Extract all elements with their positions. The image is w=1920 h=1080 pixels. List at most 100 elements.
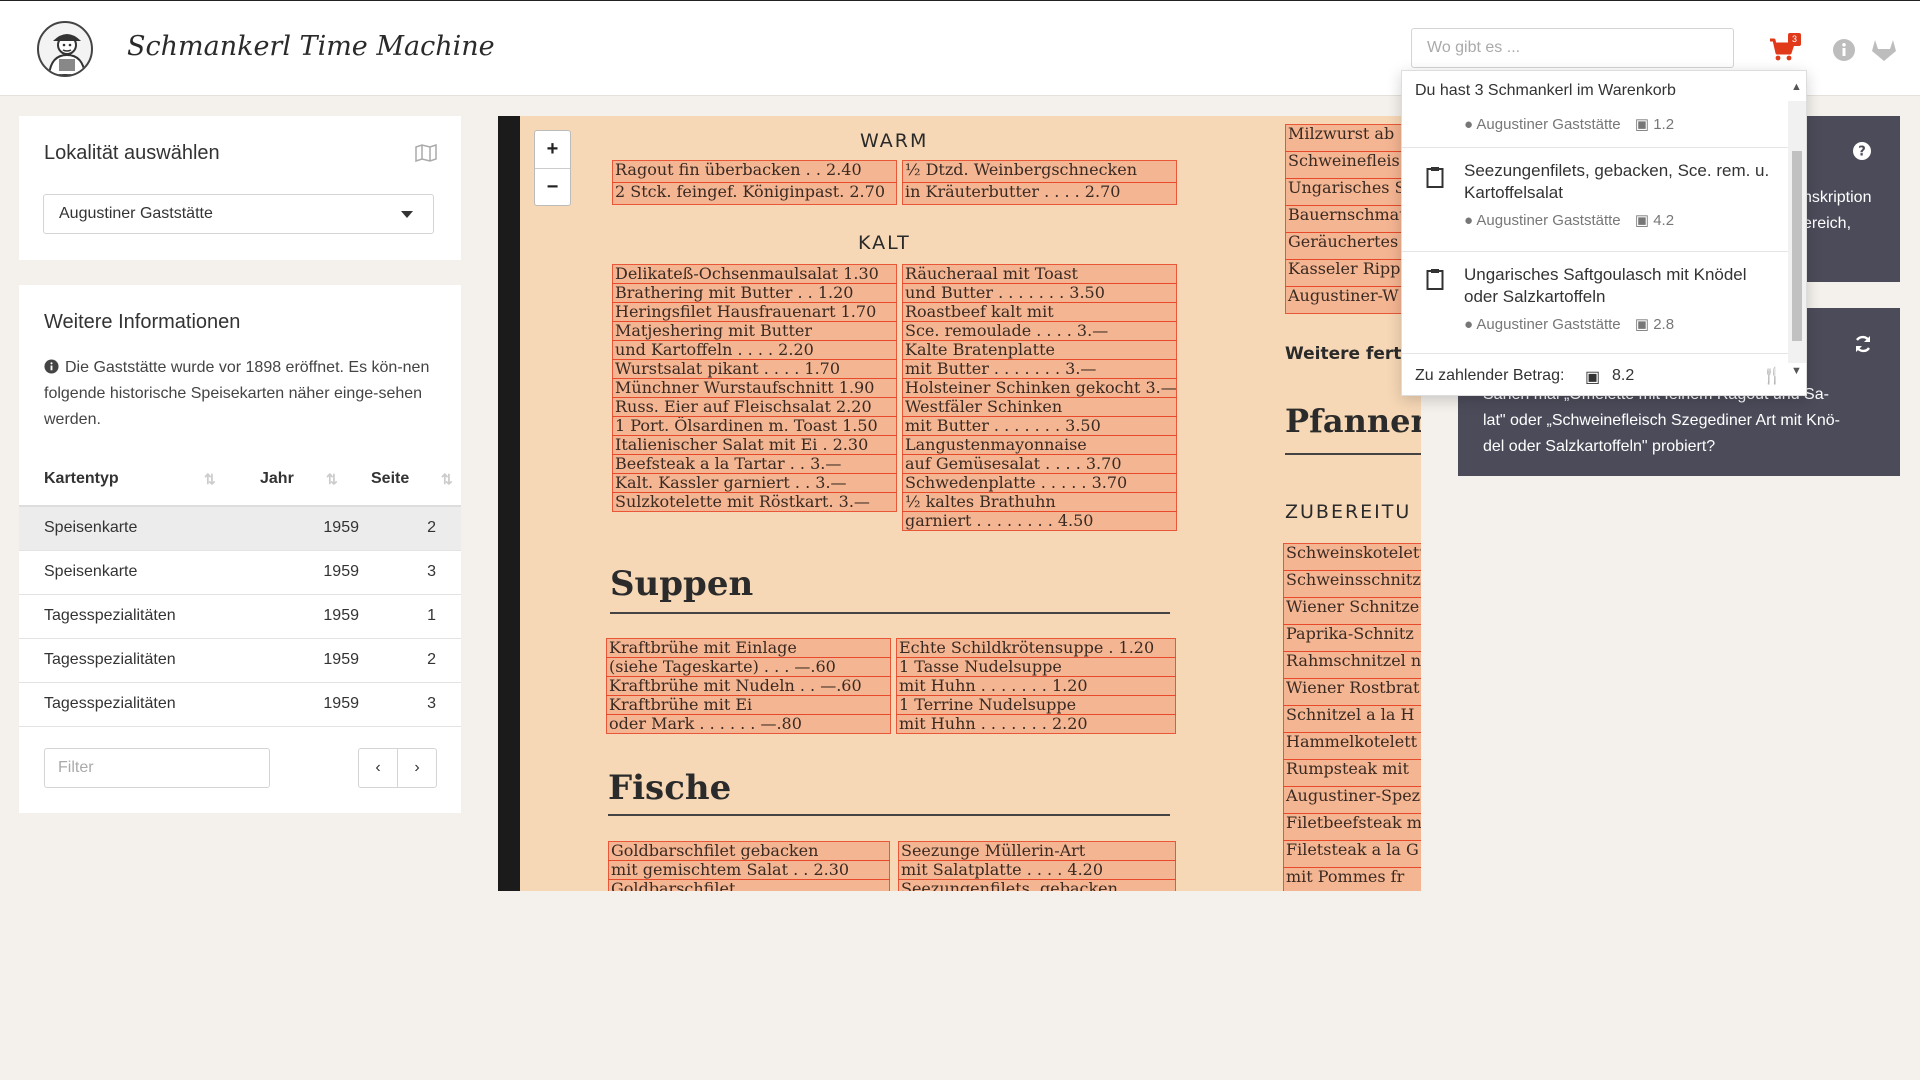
menu-entry[interactable]: ½ kaltes Brathuhn — [902, 492, 1177, 512]
menu-entry[interactable]: Goldbarschfilet — [608, 879, 890, 891]
brand-logo[interactable] — [37, 21, 93, 77]
filter-input[interactable] — [44, 748, 270, 788]
table-row[interactable]: Speisenkarte 1959 3 — [19, 550, 461, 595]
menu-entry[interactable]: 2 Stck. feingef. Königinpast. 2.70 — [612, 182, 897, 205]
menu-entry[interactable]: und Butter . . . . . . . 3.50 — [902, 283, 1177, 303]
menu-entry[interactable]: Sulzkotelette mit Röstkart. 3.— — [612, 492, 897, 512]
menu-entry[interactable]: 1 Port. Ölsardinen m. Toast 1.50 — [612, 416, 897, 436]
menu-entry[interactable]: Räucheraal mit Toast — [902, 264, 1177, 284]
menu-entry[interactable]: Rahmschnitzel n — [1283, 651, 1421, 679]
cart-item[interactable]: ● Augustiner Gaststätte ▣ 1.2 — [1402, 109, 1790, 143]
locality-select[interactable]: Augustiner Gaststätte — [43, 194, 434, 234]
cell-year: 1959 — [254, 506, 359, 551]
menu-entry[interactable]: Seezunge Müllerin-Art — [898, 841, 1176, 861]
menu-entry[interactable]: mit Huhn . . . . . . . 2.20 — [896, 714, 1176, 734]
prev-page-button[interactable]: ‹ — [358, 748, 398, 788]
menu-entry[interactable]: Filetsteak a la G — [1283, 840, 1421, 868]
zoom-in-button[interactable]: + — [535, 131, 570, 168]
menu-entry[interactable]: auf Gemüsesalat . . . . 3.70 — [902, 454, 1177, 474]
divider — [1285, 453, 1421, 455]
menu-entry[interactable]: mit Butter . . . . . . . 3.— — [902, 359, 1177, 379]
menu-entry[interactable]: Paprika-Schnitz — [1283, 624, 1421, 652]
menu-entry[interactable]: Langustenmayonnaise — [902, 435, 1177, 455]
table-row[interactable]: Tagesspezialitäten 1959 2 — [19, 638, 461, 683]
menu-entry[interactable]: Filetbeefsteak m — [1283, 813, 1421, 841]
menu-entry[interactable]: Brathering mit Butter . . 1.20 — [612, 283, 897, 303]
menu-entry[interactable]: Kraftbrühe mit Einlage — [606, 638, 891, 658]
sort-icon[interactable]: ⇅ — [326, 471, 338, 488]
cart-item[interactable]: Ungarisches Saftgoulasch mit Knödel oder… — [1402, 251, 1790, 351]
menu-entry[interactable]: mit gemischtem Salat . . 2.30 — [608, 860, 890, 880]
menu-entry[interactable]: Kalte Bratenplatte — [902, 340, 1177, 360]
zoom-out-button[interactable]: − — [535, 168, 570, 205]
menu-entry[interactable]: Wiener Rostbrat — [1283, 678, 1421, 706]
col-header-seite[interactable]: Seite ⇅ — [359, 453, 461, 507]
menu-cards-table: Kartentyp ⇅ Jahr ⇅ Seite ⇅ Speisenkarte 195… — [19, 453, 461, 727]
menu-entry[interactable]: Augustiner-Spez — [1283, 786, 1421, 814]
menu-entry[interactable]: Rumpsteak mit — [1283, 759, 1421, 787]
menu-entry[interactable]: mit Salatplatte . . . . 4.20 — [898, 860, 1176, 880]
scrollbar-thumb[interactable] — [1792, 151, 1802, 341]
menu-entry[interactable]: 1 Tasse Nudelsuppe — [896, 657, 1176, 677]
menu-entry[interactable]: garniert . . . . . . . . 4.50 — [902, 511, 1177, 531]
map-icon[interactable] — [415, 143, 437, 167]
menu-entry[interactable]: Goldbarschfilet gebacken — [608, 841, 890, 861]
menu-entry[interactable]: 1 Terrine Nudelsuppe — [896, 695, 1176, 715]
cutlery-icon[interactable]: 🍴 — [1762, 366, 1782, 386]
app-title[interactable]: Schmankerl Time Machine — [127, 31, 495, 62]
gitlab-button[interactable] — [1871, 38, 1897, 67]
menu-entry[interactable]: Schweinsschnitz — [1283, 570, 1421, 598]
menu-entry[interactable]: Sce. remoulade . . . . 3.— — [902, 321, 1177, 341]
menu-entry[interactable]: Roastbeef kalt mit — [902, 302, 1177, 322]
sort-icon[interactable]: ⇅ — [204, 471, 216, 488]
info-button[interactable] — [1832, 38, 1856, 67]
menu-entry[interactable]: Echte Schildkrötensuppe . 1.20 — [896, 638, 1176, 658]
menu-entry[interactable]: Ragout fin überbacken . . 2.40 — [612, 160, 897, 183]
menu-entry[interactable]: Italienischer Salat mit Ei . 2.30 — [612, 435, 897, 455]
sort-icon[interactable]: ⇅ — [441, 471, 453, 488]
table-row[interactable]: Tagesspezialitäten 1959 1 — [19, 594, 461, 639]
menu-entry[interactable]: Beefsteak a la Tartar . . 3.— — [612, 454, 897, 474]
section-pfannen: Pfanneng — [1285, 402, 1421, 440]
table-row[interactable]: Speisenkarte 1959 2 — [19, 506, 461, 551]
menu-entry[interactable]: Kalt. Kassler garniert . . 3.— — [612, 473, 897, 493]
menu-entry[interactable]: Holsteiner Schinken gekocht 3.— — [902, 378, 1177, 398]
menu-entry[interactable]: Westfäler Schinken — [902, 397, 1177, 417]
menu-entry[interactable]: Münchner Wurstaufschnitt 1.90 — [612, 378, 897, 398]
next-page-button[interactable]: › — [397, 748, 437, 788]
table-row[interactable]: Tagesspezialitäten 1959 3 — [19, 682, 461, 727]
cart-item[interactable]: Seezungenfilets, gebacken, Sce. rem. u. … — [1402, 147, 1790, 247]
menu-entry[interactable]: Wiener Schnitze — [1283, 597, 1421, 625]
menu-image-viewer[interactable]: + − WARM Ragout fin überbacken . . 2.40 … — [498, 116, 1421, 891]
col-header-kartentyp[interactable]: Kartentyp ⇅ — [19, 453, 254, 507]
menu-entry[interactable]: oder Mark . . . . . . —.80 — [606, 714, 891, 734]
menu-entry[interactable]: mit Pommes fr — [1283, 867, 1421, 891]
menu-entry[interactable]: Kraftbrühe mit Nudeln . . —.60 — [606, 676, 891, 696]
menu-entry[interactable]: Schweinskotelett — [1283, 543, 1421, 571]
info-card: Weitere Informationen Die Gaststätte wur… — [19, 285, 461, 813]
dropdown-scrollbar[interactable]: ▲ ▼ — [1788, 81, 1806, 377]
menu-entry[interactable]: mit Butter . . . . . . . 3.50 — [902, 416, 1177, 436]
menu-entry[interactable]: Matjeshering mit Butter — [612, 321, 897, 341]
refresh-icon[interactable] — [1853, 334, 1873, 359]
col-header-jahr[interactable]: Jahr ⇅ — [254, 453, 359, 507]
map-marker-icon: ● — [1464, 116, 1474, 133]
menu-entry[interactable]: Hammelkotelett — [1283, 732, 1421, 760]
help-icon[interactable]: ? — [1853, 142, 1871, 165]
menu-entry[interactable]: Heringsfilet Hausfrauenart 1.70 — [612, 302, 897, 322]
menu-entry[interactable]: Seezungenfilets, gebacken — [898, 879, 1176, 891]
scroll-up-icon[interactable]: ▲ — [1791, 81, 1802, 93]
menu-entry[interactable]: und Kartoffeln . . . . 2.20 — [612, 340, 897, 360]
menu-entry[interactable]: in Kräuterbutter . . . . 2.70 — [902, 182, 1177, 205]
menu-entry[interactable]: Wurstsalat pikant . . . . 1.70 — [612, 359, 897, 379]
menu-entry[interactable]: Delikateß-Ochsenmaulsalat 1.30 — [612, 264, 897, 284]
menu-entry[interactable]: Schwedenplatte . . . . . 3.70 — [902, 473, 1177, 493]
menu-entry[interactable]: (siehe Tageskarte) . . . —.60 — [606, 657, 891, 677]
menu-entry[interactable]: Russ. Eier auf Fleischsalat 2.20 — [612, 397, 897, 417]
scroll-down-icon[interactable]: ▼ — [1791, 365, 1802, 377]
menu-entry[interactable]: ½ Dtzd. Weinbergschnecken — [902, 160, 1177, 183]
menu-entry[interactable]: Schnitzel a la H — [1283, 705, 1421, 733]
menu-entry[interactable]: Kraftbrühe mit Ei — [606, 695, 891, 715]
search-input[interactable] — [1411, 28, 1734, 68]
menu-entry[interactable]: mit Huhn . . . . . . . 1.20 — [896, 676, 1176, 696]
